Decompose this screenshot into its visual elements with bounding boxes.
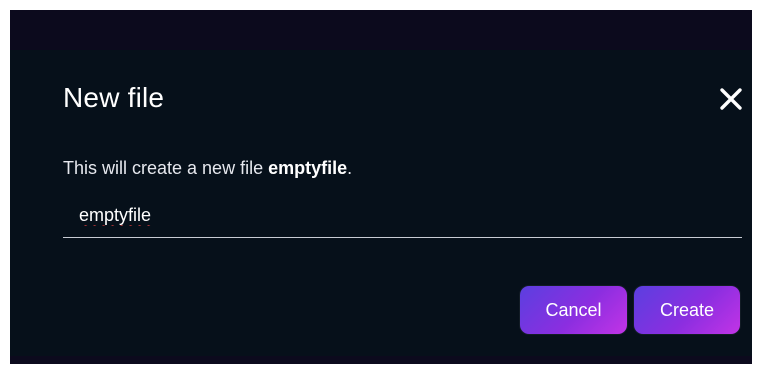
- backdrop-bottom: [10, 356, 752, 364]
- dialog-description: This will create a new file emptyfile.: [63, 158, 352, 179]
- filename-input[interactable]: [63, 195, 742, 235]
- close-button[interactable]: [718, 86, 744, 112]
- create-button[interactable]: Create: [634, 286, 740, 334]
- new-file-dialog: New file This will create a new file emp…: [10, 50, 752, 356]
- dialog-title: New file: [63, 82, 165, 113]
- description-text: This will create a new file: [63, 158, 269, 178]
- screen: New file This will create a new file emp…: [0, 0, 764, 371]
- close-icon: [720, 88, 742, 110]
- description-filename: emptyfile: [268, 158, 348, 178]
- cancel-button[interactable]: Cancel: [520, 286, 627, 334]
- filename-field: [63, 195, 742, 238]
- description-suffix: .: [347, 158, 353, 178]
- dialog-actions: Cancel Create: [520, 286, 740, 334]
